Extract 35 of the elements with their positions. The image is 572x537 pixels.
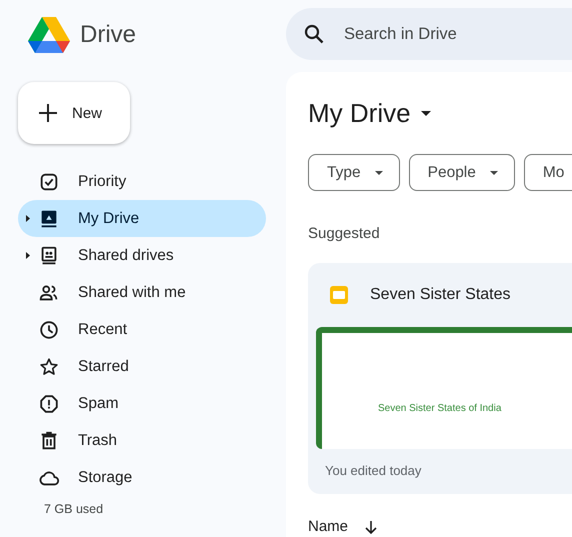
plus-icon xyxy=(38,103,58,123)
edit-info: You edited today xyxy=(324,463,422,478)
nav-item[interactable]: Priority xyxy=(18,163,266,200)
filter-chip[interactable]: People xyxy=(408,154,515,191)
nav-item[interactable]: Starred xyxy=(18,348,266,385)
filter-chip[interactable]: Type xyxy=(308,154,400,191)
expand-arrow-icon[interactable] xyxy=(26,215,30,222)
search-input[interactable]: Search in Drive xyxy=(342,24,546,44)
column-header[interactable]: Name xyxy=(308,518,348,535)
filter-chip[interactable]: Mo xyxy=(524,154,572,191)
star-icon xyxy=(38,356,60,378)
slides-icon xyxy=(330,286,348,304)
dropdown-caret-icon[interactable] xyxy=(420,110,431,116)
search-field[interactable]: Search in Drive xyxy=(286,8,572,60)
file-name: Seven Sister States xyxy=(370,286,511,304)
storage-usage: 7 GB used xyxy=(44,502,104,516)
nav-item[interactable]: Storage xyxy=(18,459,266,496)
nav-item[interactable]: Trash xyxy=(18,422,266,459)
nav-item[interactable]: Shared with me xyxy=(18,274,266,311)
search-icon xyxy=(304,24,324,44)
nav-item[interactable]: Spam xyxy=(18,385,266,422)
sort-arrow-icon[interactable] xyxy=(364,520,378,534)
nav-item[interactable]: My Drive xyxy=(18,200,266,237)
nav-item[interactable]: Recent xyxy=(18,311,266,348)
app-name: Drive xyxy=(80,21,136,49)
slide-title: Seven Sister States of India xyxy=(378,402,502,414)
nav-item[interactable]: Shared drives xyxy=(18,237,266,274)
file-card[interactable]: Seven Sister States Seven Sister States of India You edited today xyxy=(308,263,572,494)
clock-icon xyxy=(38,318,60,340)
section-heading: Suggested xyxy=(308,225,381,242)
page-title: My Drive xyxy=(308,98,411,128)
expand-arrow-icon[interactable] xyxy=(26,252,30,259)
new-button[interactable]: New xyxy=(18,82,130,144)
spam-icon xyxy=(38,392,60,414)
drive-logo xyxy=(28,17,70,53)
